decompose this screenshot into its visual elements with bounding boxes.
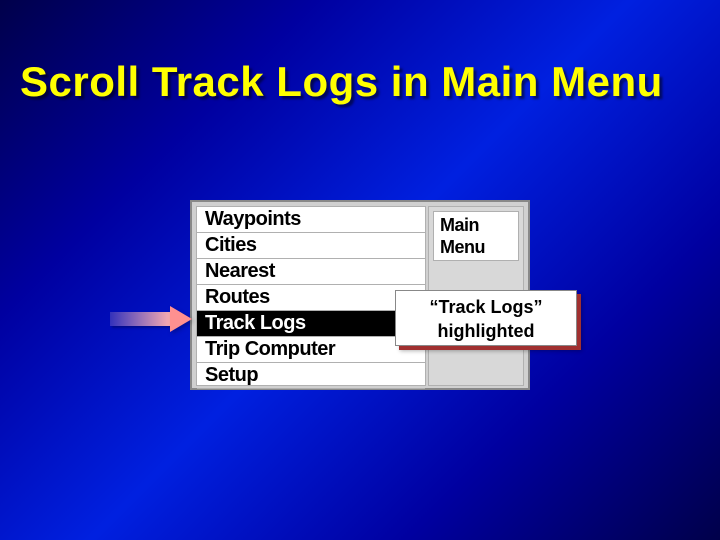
callout-line2: highlighted	[396, 319, 576, 343]
main-menu-list: Waypoints Cities Nearest Routes Track Lo…	[196, 206, 426, 386]
menu-item-routes[interactable]: Routes	[197, 285, 425, 311]
callout-line1: “Track Logs”	[396, 295, 576, 319]
menu-side-label: Main Menu	[433, 211, 519, 261]
menu-item-setup[interactable]: Setup	[197, 363, 425, 389]
menu-item-nearest[interactable]: Nearest	[197, 259, 425, 285]
slide-title: Scroll Track Logs in Main Menu	[20, 58, 663, 106]
menu-item-waypoints[interactable]: Waypoints	[197, 207, 425, 233]
arrow-icon	[110, 306, 192, 332]
callout-box: “Track Logs” highlighted	[395, 290, 577, 346]
menu-item-trip-computer[interactable]: Trip Computer	[197, 337, 425, 363]
side-label-line2: Menu	[440, 236, 512, 258]
menu-item-cities[interactable]: Cities	[197, 233, 425, 259]
side-label-line1: Main	[440, 214, 512, 236]
menu-item-track-logs[interactable]: Track Logs	[197, 311, 425, 337]
